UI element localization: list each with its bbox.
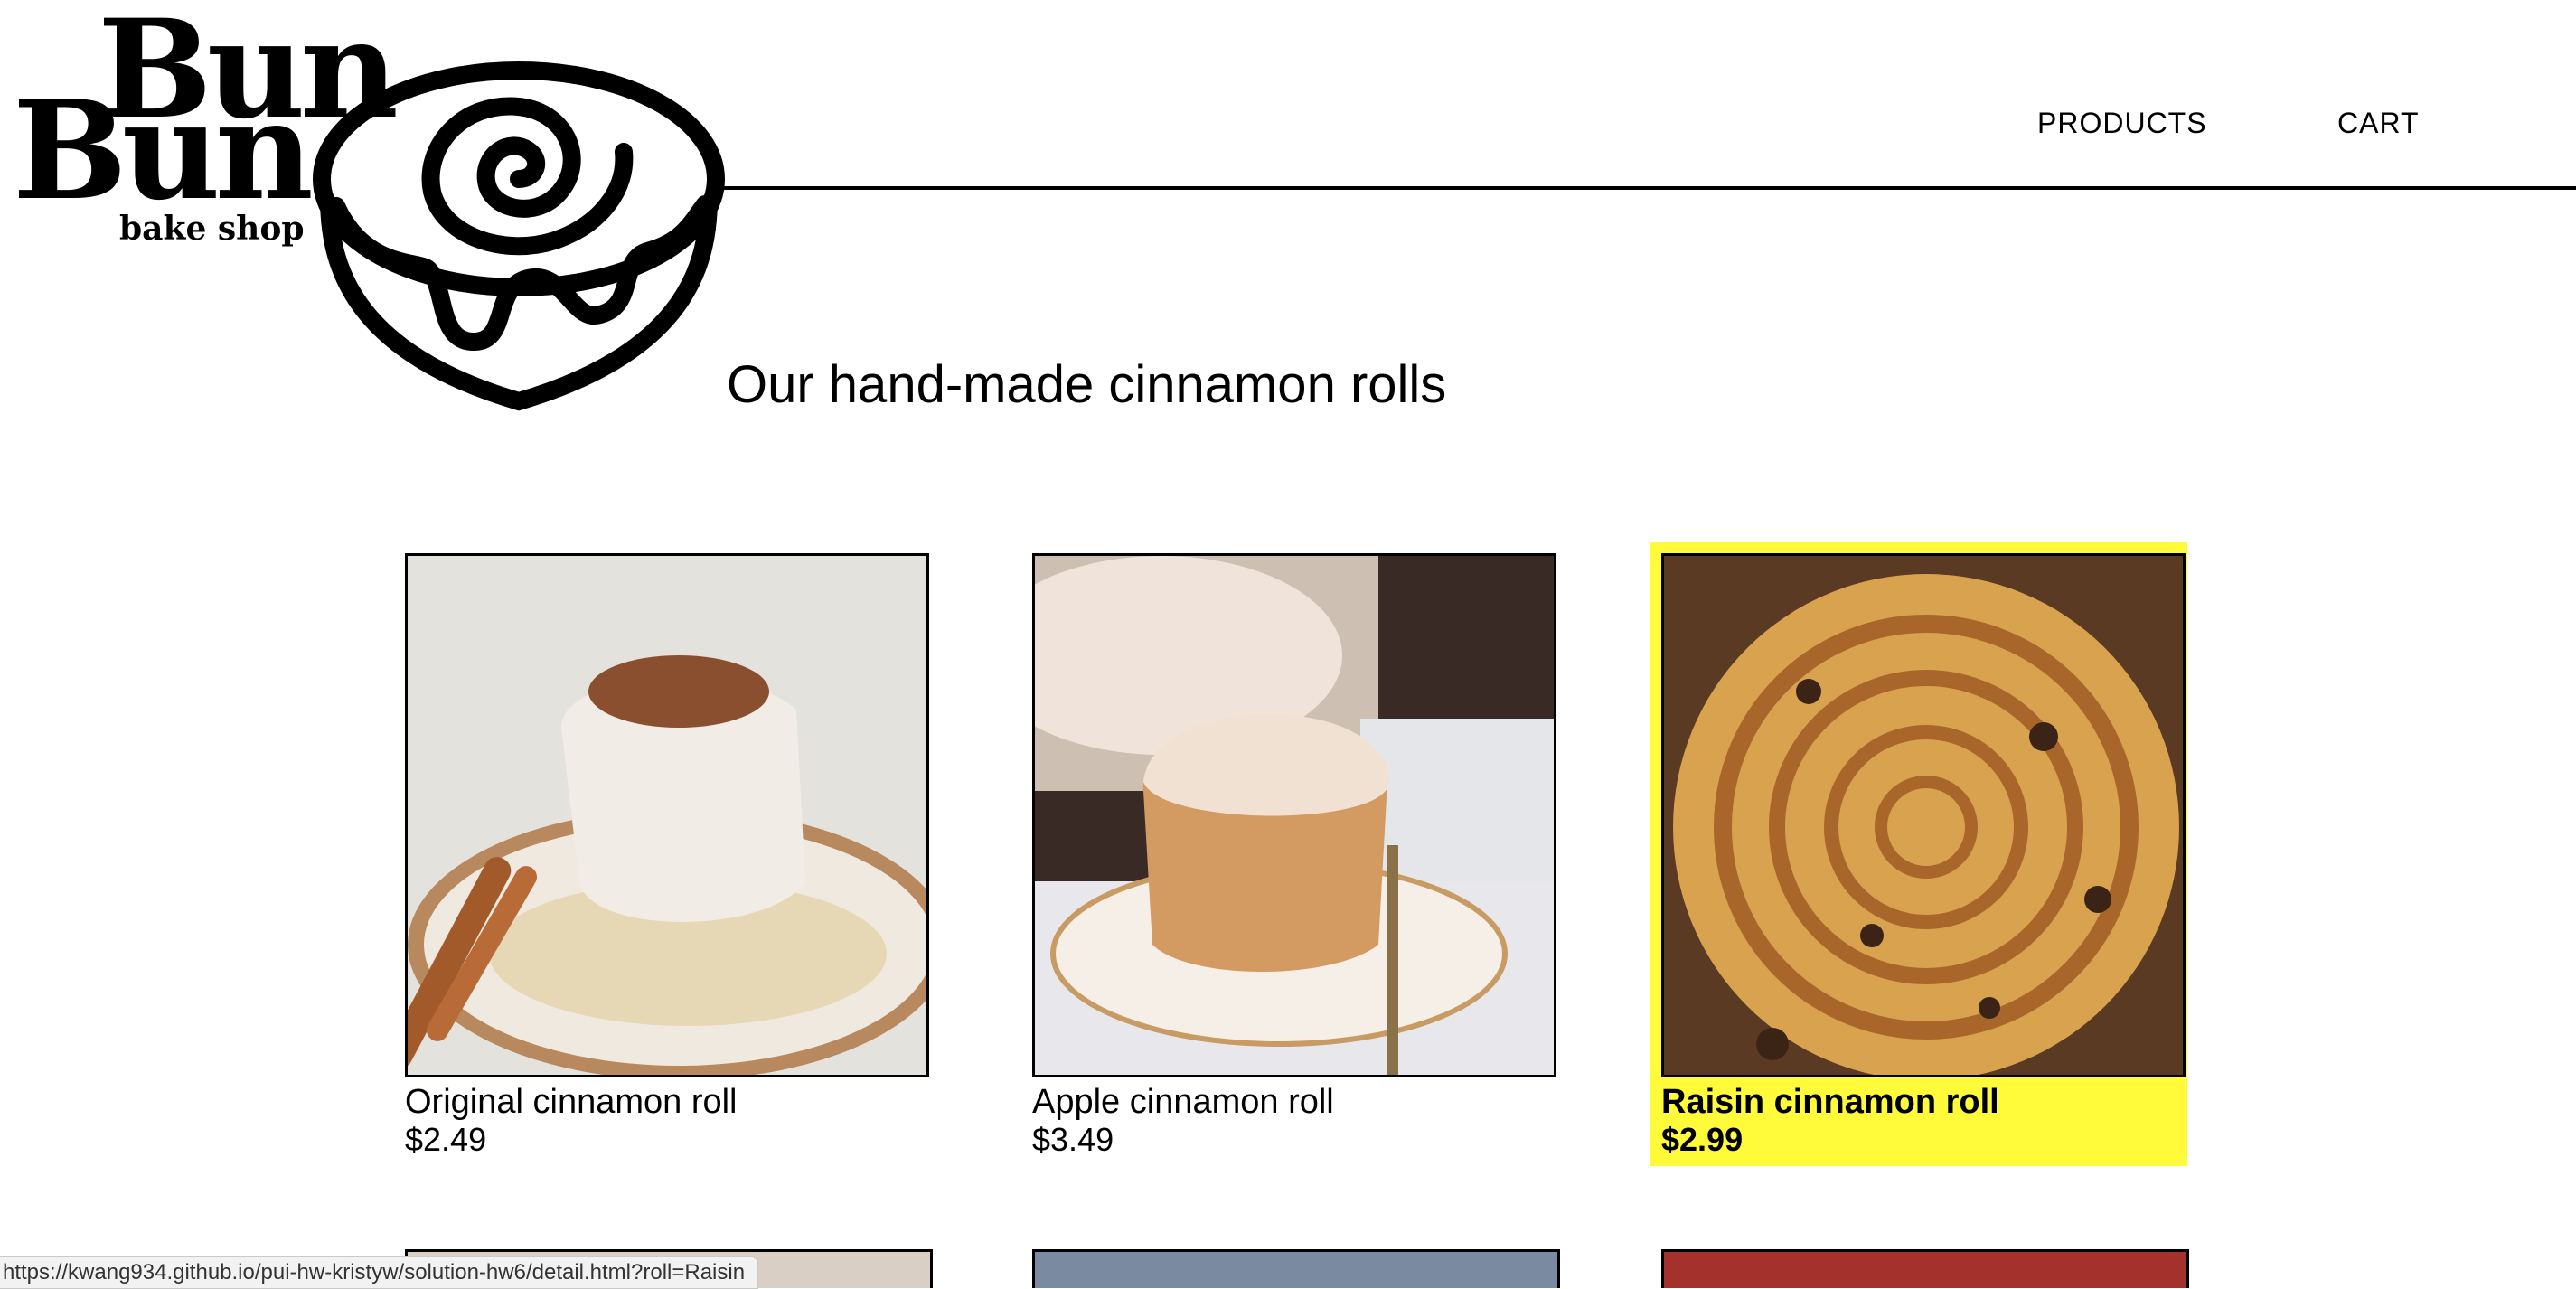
- product-card-raisin[interactable]: Raisin cinnamon roll $2.99: [1650, 542, 2187, 1166]
- link-preview-status-bar: https://kwang934.github.io/pui-hw-kristy…: [0, 1256, 759, 1289]
- product-name[interactable]: Raisin cinnamon roll: [1661, 1083, 2184, 1121]
- product-image-original: [405, 553, 929, 1077]
- bun-bun-logo[interactable]: Bun Bun bake shop: [0, 0, 741, 416]
- product-price: $3.49: [1032, 1121, 1114, 1158]
- product-card-apple[interactable]: Apple cinnamon roll $3.49: [1032, 553, 1556, 1159]
- product-name[interactable]: Original cinnamon roll: [405, 1083, 927, 1121]
- product-card-original[interactable]: Original cinnamon roll $2.49: [405, 553, 929, 1159]
- header-divider: [723, 186, 2576, 190]
- nav-products-link[interactable]: PRODUCTS: [2037, 107, 2207, 140]
- raisin-roll-photo: [1664, 556, 2183, 1075]
- product-name[interactable]: Apple cinnamon roll: [1032, 1083, 1555, 1121]
- product-price: $2.99: [1661, 1121, 1744, 1158]
- original-roll-photo: [408, 556, 926, 1075]
- product-image-apple: [1032, 553, 1556, 1077]
- logo-word-bottom: Bun: [13, 71, 314, 231]
- product-card-next-2[interactable]: [1032, 1249, 1560, 1288]
- product-price: $2.49: [405, 1121, 487, 1158]
- cinnamon-bun-icon: [313, 61, 725, 411]
- apple-roll-photo: [1035, 556, 1554, 1075]
- logo-tagline: bake shop: [119, 210, 305, 248]
- product-image-raisin: [1661, 553, 2186, 1077]
- page-title: Our hand-made cinnamon rolls: [727, 355, 1447, 414]
- product-card-next-3[interactable]: [1661, 1249, 2189, 1288]
- nav-cart-link[interactable]: CART: [2337, 107, 2420, 140]
